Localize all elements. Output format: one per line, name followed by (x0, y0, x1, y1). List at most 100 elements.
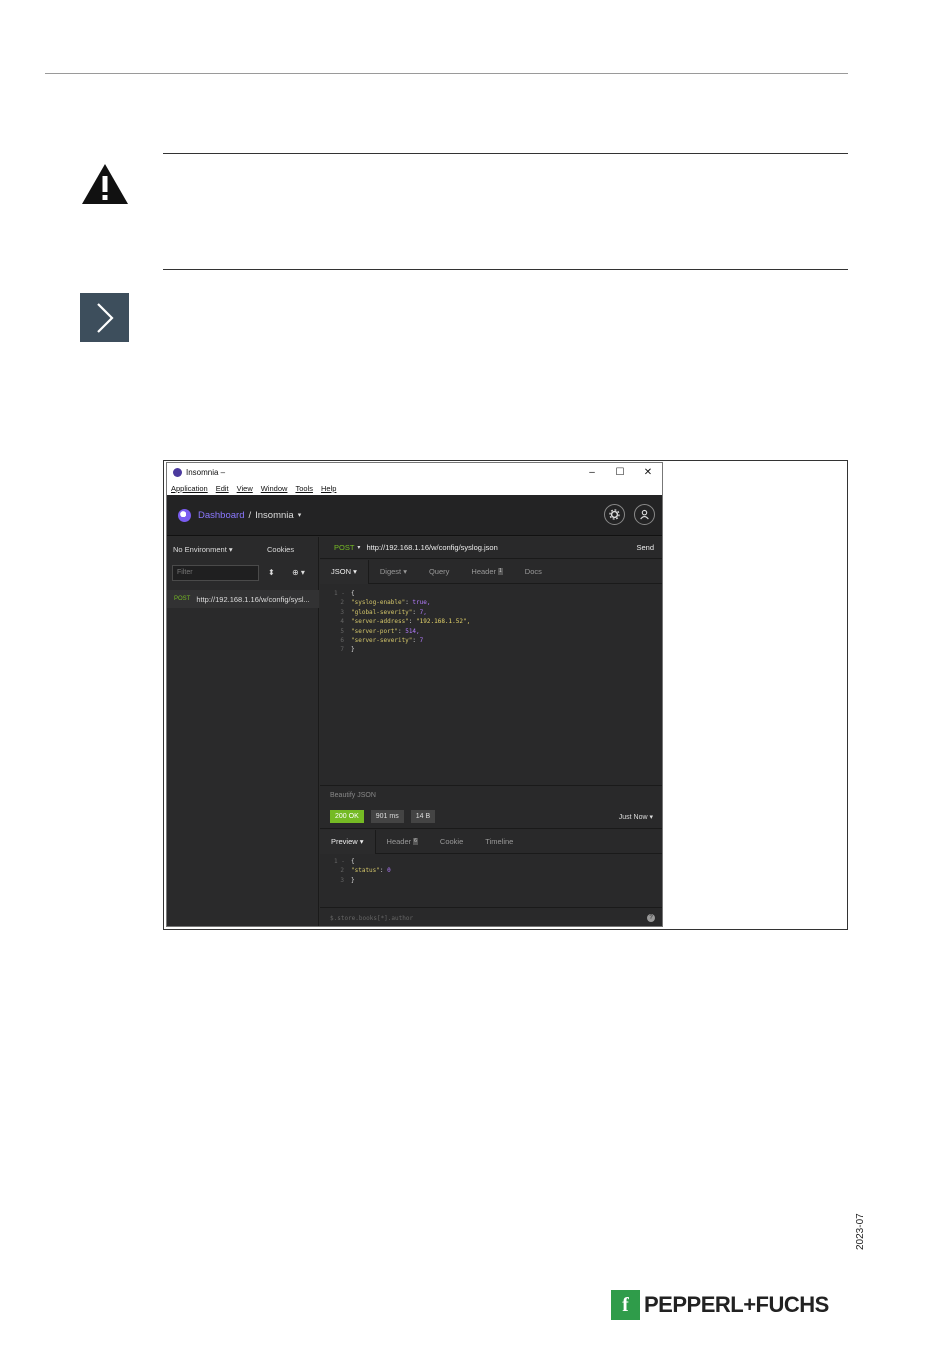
response-filter-bar: $.store.books[*].author ? (320, 907, 662, 926)
response-header-count-badge: 6 (413, 837, 418, 845)
json-key: "server-address" (351, 618, 409, 626)
line-number: 2 (340, 599, 344, 607)
json-value: "192.168.1.52", (416, 618, 471, 626)
url-input[interactable]: http://192.168.1.16/w/config/syslog.json (366, 543, 497, 552)
code-line: 1 - { (334, 857, 391, 866)
environment-selector[interactable]: No Environment ▾ (173, 545, 233, 554)
tab-header[interactable]: Header 1 (460, 560, 513, 584)
add-request-button[interactable]: ⊕ ▾ (292, 568, 305, 577)
request-url-label: http://192.168.1.16/w/config/sysl... (196, 594, 310, 604)
tab-preview[interactable]: Preview ▾ (320, 829, 376, 854)
line-number: 3 (340, 876, 344, 884)
url-bar: POST ▾ http://192.168.1.16/w/config/sysl… (320, 537, 662, 559)
code-line: 3} (334, 876, 391, 885)
beautify-json-button[interactable]: Beautify JSON (330, 792, 376, 799)
help-icon[interactable]: ? (647, 914, 655, 922)
insomnia-window: Insomnia – – ☐ ✕ Application Edit View W… (166, 462, 663, 927)
response-status-bar: 200 OK 901 ms 14 B Just Now ▾ (320, 805, 662, 829)
sidebar: No Environment ▾ Cookies Filter ⬍ ⊕ ▾ PO… (167, 537, 319, 926)
menu-bar: Application Edit View Window Tools Help (167, 481, 662, 495)
title-bar: Insomnia – – ☐ ✕ (167, 463, 662, 481)
window-title: Insomnia – (186, 467, 226, 477)
json-key: "server-severity" (351, 637, 413, 645)
menu-edit[interactable]: Edit (216, 484, 229, 493)
brand-mark-icon: f (611, 1290, 640, 1320)
workspace-name[interactable]: Insomnia (255, 510, 294, 521)
maximize-button[interactable]: ☐ (606, 467, 634, 478)
code-line: 7} (334, 645, 470, 654)
code-line: 2 "status": 0 (334, 866, 390, 875)
size-badge: 14 B (410, 810, 436, 823)
json-value: 7 (419, 637, 424, 645)
note-bottom-rule (163, 269, 848, 270)
dashboard-link[interactable]: Dashboard (198, 510, 244, 521)
status-badge: 200 OK (330, 810, 364, 823)
gear-icon (609, 509, 620, 520)
brand-logo: f PEPPERL+FUCHS (611, 1290, 829, 1320)
line-number: 7 (340, 646, 344, 654)
request-tabs: JSON ▾ Digest ▾ Query Header 1 Docs (320, 559, 662, 584)
minimize-button[interactable]: – (578, 467, 606, 478)
header-count-badge: 1 (498, 567, 503, 575)
close-button[interactable]: ✕ (634, 467, 662, 478)
duration-badge: 901 ms (370, 810, 404, 823)
json-key: "server-port" (351, 627, 398, 635)
menu-tools[interactable]: Tools (295, 484, 313, 493)
line-number: 2 (340, 867, 344, 875)
tab-docs[interactable]: Docs (514, 560, 553, 584)
sort-icon[interactable]: ⬍ (268, 568, 275, 577)
warning-icon (82, 164, 128, 204)
cookies-button[interactable]: Cookies (267, 545, 294, 554)
code-text: } (351, 876, 355, 884)
tab-timeline[interactable]: Timeline (474, 830, 524, 854)
response-body-viewer: 1 - { 2 "status": 0 3} (334, 857, 391, 885)
sidebar-request-item[interactable]: POST http://192.168.1.16/w/config/sysl..… (167, 590, 319, 608)
response-history-dropdown[interactable]: Just Now ▾ (619, 813, 653, 821)
request-body-editor[interactable]: 1 - { 2 "syslog-enable": true, 3 "global-… (334, 589, 470, 655)
brand-name: PEPPERL+FUCHS (644, 1292, 829, 1317)
settings-button[interactable] (604, 504, 625, 525)
account-button[interactable] (634, 504, 655, 525)
page-header-rule (45, 73, 848, 74)
tab-json[interactable]: JSON ▾ (320, 559, 369, 584)
method-selector[interactable]: POST (334, 543, 354, 552)
tab-response-header[interactable]: Header 6 (376, 830, 429, 854)
code-text: { (351, 858, 355, 865)
menu-window[interactable]: Window (261, 484, 288, 493)
json-key: "global-severity" (351, 608, 413, 616)
insomnia-logo-icon (178, 508, 191, 522)
json-value: 514, (405, 627, 420, 635)
user-icon (640, 509, 649, 520)
menu-help[interactable]: Help (321, 484, 336, 493)
code-line: 3 "global-severity": 7, (334, 608, 470, 617)
app-header: Dashboard / Insomnia ▾ (167, 495, 662, 536)
workspace-dropdown-icon[interactable]: ▾ (298, 511, 302, 519)
code-line: 5 "server-port": 514, (334, 627, 470, 636)
line-number: 3 (340, 608, 344, 616)
menu-application[interactable]: Application (171, 484, 208, 493)
response-filter-input[interactable]: $.store.books[*].author (330, 915, 413, 922)
document-date: 2023-07 (855, 1213, 866, 1250)
tab-query[interactable]: Query (418, 560, 460, 584)
code-line: 6 "server-severity": 7 (334, 636, 470, 645)
line-number: 4 (340, 618, 344, 626)
tab-cookie[interactable]: Cookie (429, 830, 474, 854)
tab-digest[interactable]: Digest ▾ (369, 560, 418, 584)
request-method-badge: POST (174, 596, 191, 602)
insomnia-app-icon (173, 467, 182, 477)
menu-view[interactable]: View (237, 484, 253, 493)
json-key: "syslog-enable" (351, 599, 406, 607)
sidebar-filter-input[interactable]: Filter (172, 565, 259, 581)
method-dropdown-icon[interactable]: ▾ (357, 544, 360, 551)
step-arrow-icon (80, 293, 129, 342)
send-button[interactable]: Send (636, 543, 654, 552)
line-number: 1 - (334, 858, 345, 865)
breadcrumb-separator: / (248, 509, 252, 521)
note-top-rule (163, 153, 848, 154)
response-tabs: Preview ▾ Header 6 Cookie Timeline (320, 829, 662, 854)
json-value: true, (412, 599, 431, 607)
code-line: 2 "syslog-enable": true, (334, 598, 470, 607)
code-line: 1 - { (334, 589, 470, 598)
json-key: "status" (351, 867, 380, 875)
line-number: 1 - (334, 590, 345, 597)
